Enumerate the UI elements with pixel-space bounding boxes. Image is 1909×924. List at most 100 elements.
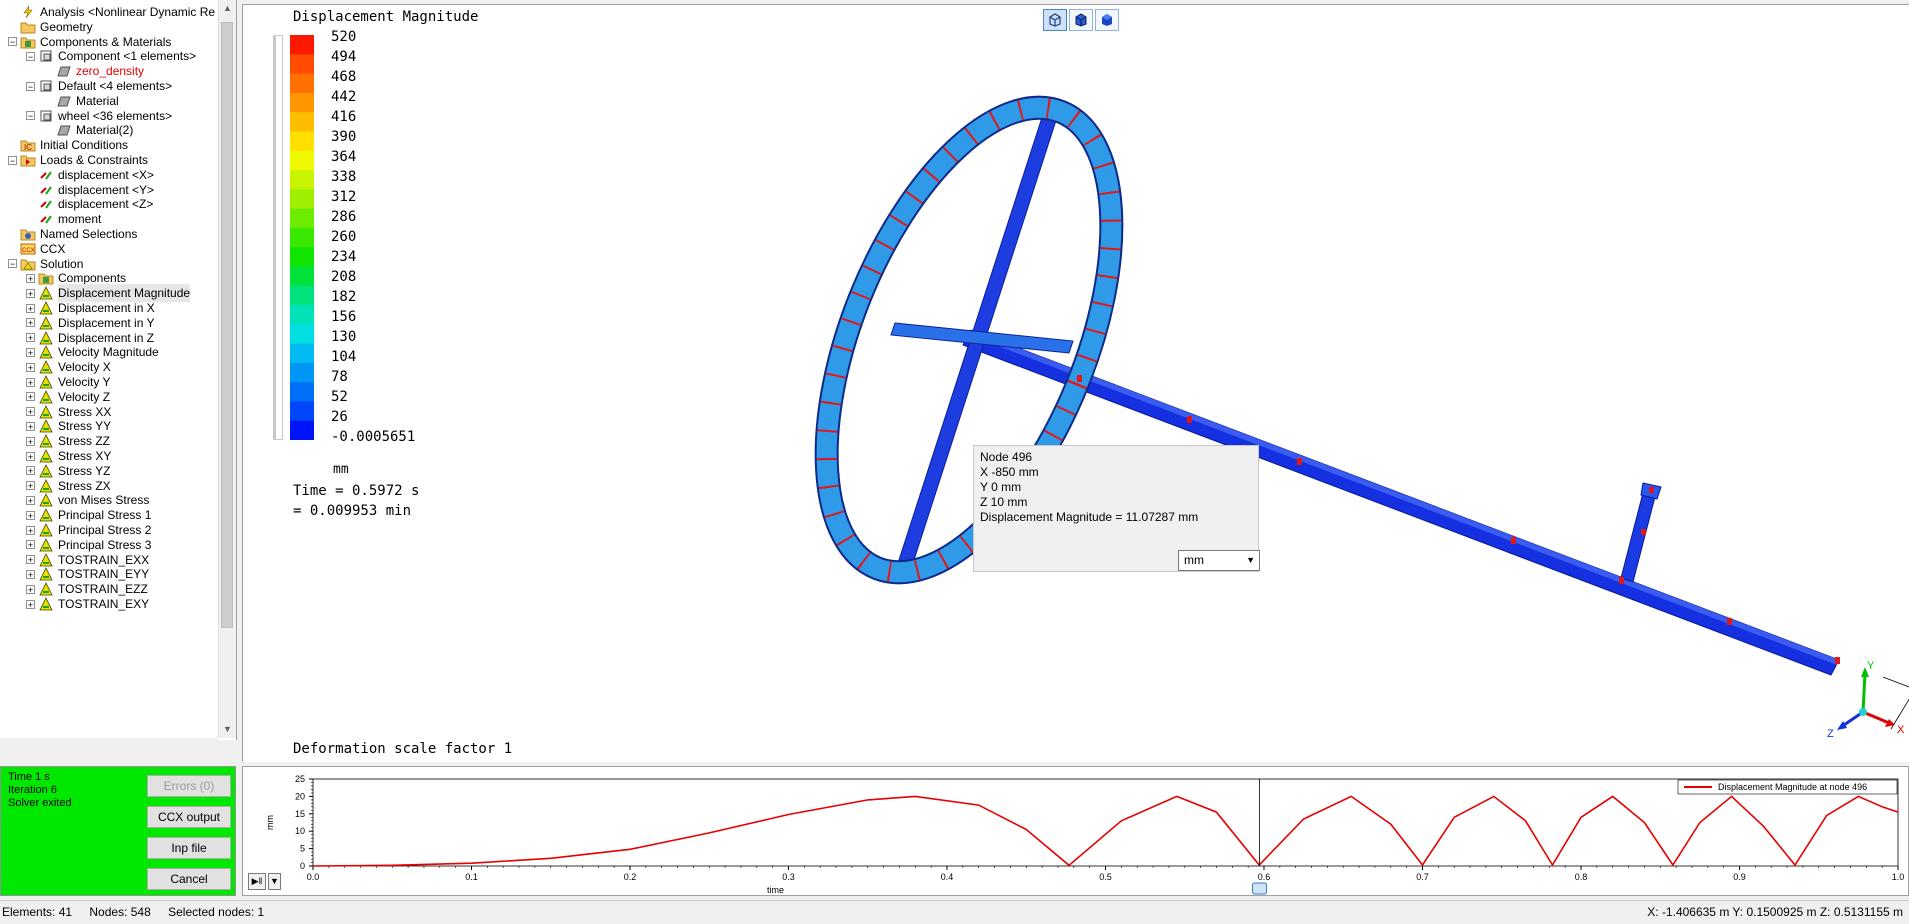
tree-item-label: TOSTRAIN_EXY <box>58 597 150 611</box>
node-y: Y 0 mm <box>980 480 1022 494</box>
collapse-icon[interactable] <box>26 170 35 179</box>
collapse-icon[interactable]: − <box>26 111 35 121</box>
ccx-output-button[interactable]: CCX output <box>147 806 231 828</box>
expand-icon[interactable]: + <box>26 451 35 461</box>
unit-select-value: mm <box>1184 553 1204 567</box>
expand-icon[interactable]: + <box>26 481 35 491</box>
y-tick-label: 5 <box>300 844 305 854</box>
expand-icon[interactable]: + <box>26 584 35 594</box>
y-tick-label: 0 <box>300 861 305 871</box>
scroll-down-arrow-icon[interactable]: ▼ <box>219 721 236 738</box>
collapse-icon[interactable] <box>8 230 17 239</box>
x-tick-label: 0.8 <box>1575 872 1588 882</box>
expand-icon[interactable]: + <box>26 392 35 402</box>
model-view[interactable] <box>243 5 1909 762</box>
x-tick-label: 0.4 <box>941 872 954 882</box>
tree-vertical-scrollbar[interactable]: ▲ ▼ <box>218 0 236 738</box>
x-axis-label: time <box>767 885 784 895</box>
time-slider-thumb[interactable] <box>1252 882 1268 895</box>
play-pause-button[interactable]: ▶‖ <box>248 873 266 890</box>
tree-vertical-scroll-thumb[interactable] <box>221 22 233 628</box>
axis-y-label: Y <box>1867 660 1875 672</box>
collapse-icon[interactable] <box>8 244 17 253</box>
expand-icon[interactable]: + <box>26 421 35 431</box>
x-tick-label: 0.0 <box>307 872 320 882</box>
collapse-icon[interactable] <box>44 96 53 105</box>
expand-icon[interactable]: + <box>26 525 35 535</box>
collapse-icon[interactable] <box>44 126 53 135</box>
time-history-chart[interactable]: 0 5 10 15 20 25 0.0 0.1 0.2 0.3 0.4 0.5 0.6 0.7 0.8 0.9… <box>242 766 1909 896</box>
collapse-icon[interactable] <box>44 67 53 76</box>
expand-icon[interactable]: + <box>26 495 35 505</box>
animation-options-button[interactable]: ▼ <box>268 873 281 890</box>
collapse-icon[interactable] <box>26 215 35 224</box>
solver-time: Time 1 s <box>8 771 50 783</box>
inp-file-button[interactable]: Inp file <box>147 837 231 859</box>
x-tick-label: 0.1 <box>465 872 478 882</box>
x-tick-label: 1.0 <box>1892 872 1905 882</box>
collapse-icon[interactable]: − <box>8 155 17 165</box>
expand-icon[interactable]: + <box>26 288 35 298</box>
expand-icon[interactable]: + <box>26 510 35 520</box>
expand-icon[interactable]: + <box>26 303 35 313</box>
collapse-icon[interactable] <box>8 141 17 150</box>
expand-icon[interactable]: + <box>26 377 35 387</box>
axis-triad: Y X Z <box>1827 660 1905 740</box>
node-id: Node 496 <box>980 450 1033 464</box>
collapse-icon[interactable]: − <box>26 81 35 91</box>
node-count: Nodes: 548 <box>89 905 151 919</box>
solver-iteration: Iteration 6 <box>8 784 57 796</box>
node-x: X -850 mm <box>980 465 1039 479</box>
expand-icon[interactable]: + <box>26 273 35 283</box>
y-axis-label: mm <box>265 815 275 830</box>
expand-icon[interactable]: + <box>26 362 35 372</box>
expand-icon[interactable]: + <box>26 333 35 343</box>
node-displacement: Displacement Magnitude = 11.07287 mm <box>980 510 1199 524</box>
cancel-button[interactable]: Cancel <box>147 868 231 890</box>
expand-icon[interactable]: + <box>26 318 35 328</box>
expand-icon[interactable]: + <box>26 407 35 417</box>
shaft-post[interactable] <box>1620 484 1658 583</box>
collapse-icon[interactable]: − <box>8 37 17 47</box>
axis-z-label: Z <box>1827 728 1834 740</box>
time-history-plot[interactable]: 0 5 10 15 20 25 0.0 0.1 0.2 0.3 0.4 0.5 0.6 0.7 0.8 0.9… <box>243 767 1908 895</box>
animation-controls: ▶‖ ▼ <box>248 873 281 890</box>
node-z: Z 10 mm <box>980 495 1028 509</box>
collapse-icon[interactable] <box>8 22 17 31</box>
y-tick-label: 15 <box>295 809 305 819</box>
solver-status-panel: Time 1 s Iteration 6 Solver exited Error… <box>0 766 236 896</box>
y-tick-label: 20 <box>295 791 305 801</box>
collapse-icon[interactable]: − <box>26 51 35 61</box>
x-tick-label: 0.2 <box>624 872 637 882</box>
x-tick-label: 0.9 <box>1733 872 1746 882</box>
collapse-icon[interactable] <box>26 200 35 209</box>
status-bar: Elements: 41 Nodes: 548 Selected nodes: … <box>0 900 1909 924</box>
project-tree[interactable]: Analysis <Nonlinear Dynamic Re Geometry − C… <box>0 0 237 740</box>
expand-icon[interactable]: + <box>26 555 35 565</box>
result-icon <box>38 596 54 612</box>
tree-horizontal-scrollbar[interactable]: ◀ ||| ▶ <box>0 738 218 740</box>
collapse-icon[interactable] <box>8 8 17 17</box>
plot-area <box>312 778 1899 867</box>
element-count: Elements: 41 <box>2 905 73 919</box>
expand-icon[interactable]: + <box>26 347 35 357</box>
x-tick-label: 0.5 <box>1099 872 1112 882</box>
selected-node-count: Selected nodes: 1 <box>168 905 265 919</box>
tree-item[interactable]: + TOSTRAIN_EXY <box>26 595 149 613</box>
x-tick-label: 0.3 <box>782 872 795 882</box>
unit-select[interactable]: mm ▼ <box>1178 550 1260 571</box>
chevron-down-icon: ▼ <box>270 876 279 886</box>
3d-viewport[interactable]: Displacement Magnitude 520 494 468 442 416 39… <box>242 4 1909 762</box>
scroll-up-arrow-icon[interactable]: ▲ <box>219 0 236 17</box>
collapse-icon[interactable] <box>26 185 35 194</box>
expand-icon[interactable]: + <box>26 599 35 609</box>
svg-text:CCX: CCX <box>22 248 35 254</box>
expand-icon[interactable]: + <box>26 436 35 446</box>
errors-button[interactable]: Errors (0) <box>147 775 231 797</box>
expand-icon[interactable]: + <box>26 569 35 579</box>
collapse-icon[interactable]: − <box>8 259 17 269</box>
project-tree-list: Analysis <Nonlinear Dynamic Re Geometry − C… <box>0 0 218 740</box>
expand-icon[interactable]: + <box>26 540 35 550</box>
expand-icon[interactable]: + <box>26 466 35 476</box>
axis-x-label: X <box>1897 724 1905 736</box>
